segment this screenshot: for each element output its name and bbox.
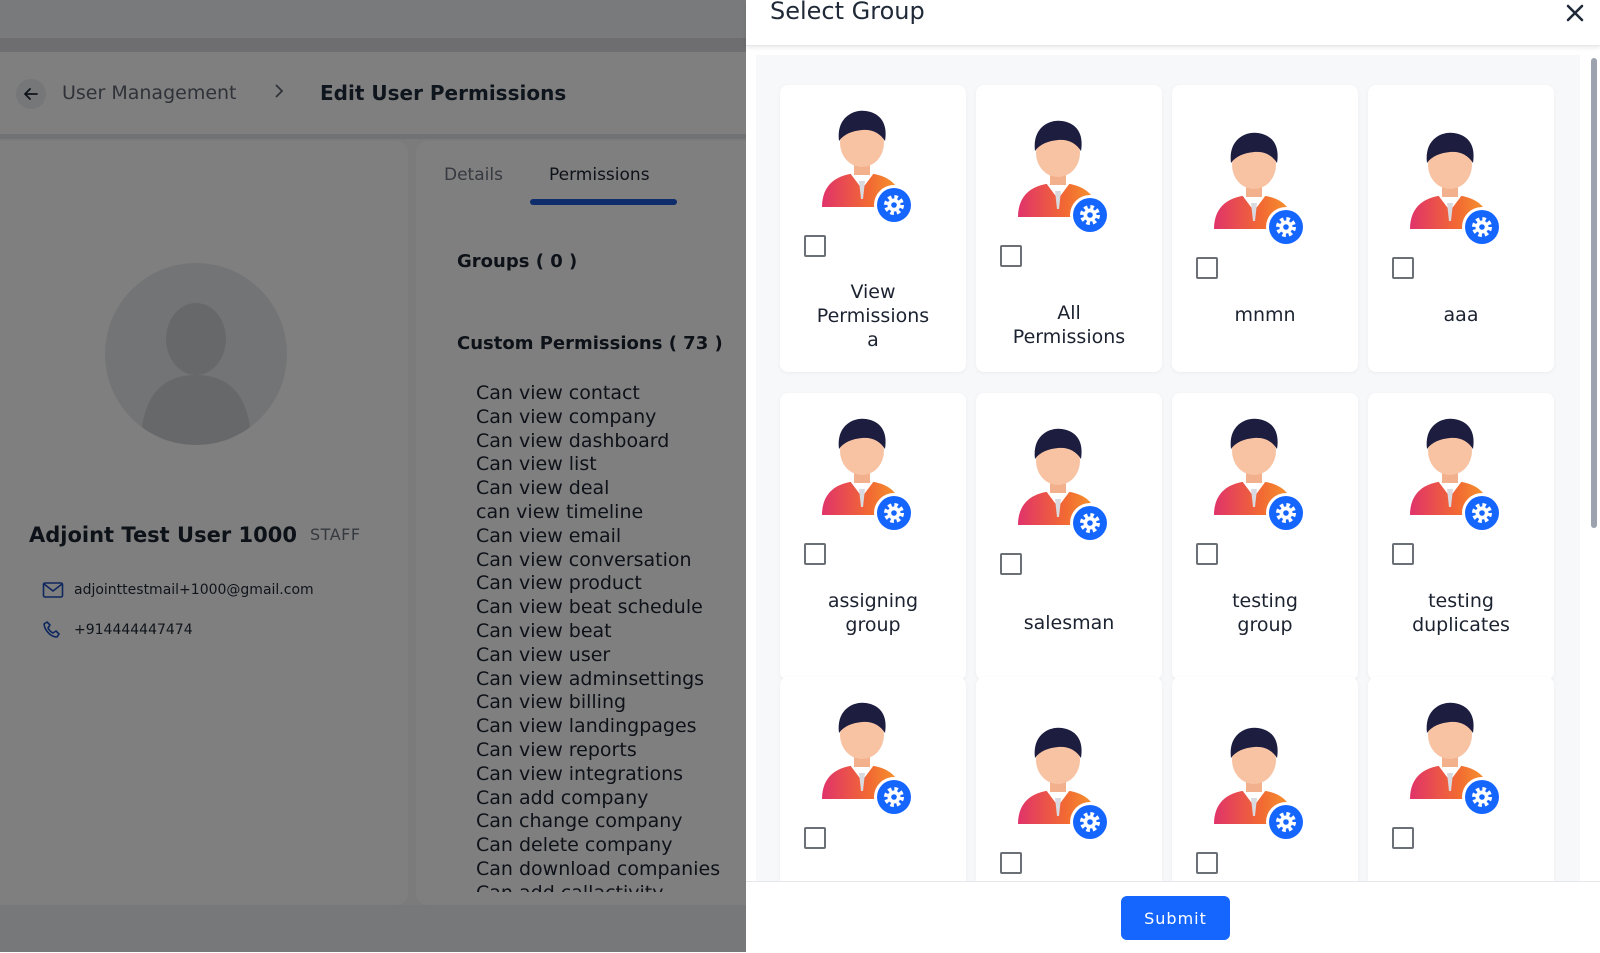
group-list-area[interactable]: ViewPermissionsa AllPermissions mnmn xyxy=(756,55,1580,881)
group-label-line: duplicates xyxy=(1412,614,1510,636)
group-label: testing duplicates xyxy=(1376,589,1546,637)
group-admin-icon xyxy=(810,697,920,817)
group-card[interactable]: View Permissions a xyxy=(780,85,966,372)
group-label-line: testing xyxy=(1428,590,1494,612)
group-card[interactable] xyxy=(1172,677,1358,881)
group-checkbox[interactable] xyxy=(1000,852,1022,874)
drawer-title: Select Group xyxy=(770,0,925,25)
group-admin-icon xyxy=(810,105,920,225)
group-grid: ViewPermissionsa AllPermissions mnmn xyxy=(780,85,1570,881)
group-card[interactable] xyxy=(976,677,1162,881)
group-admin-icon xyxy=(1006,115,1116,235)
group-admin-icon xyxy=(1202,722,1312,842)
group-admin-icon xyxy=(810,413,920,533)
group-label-line: View xyxy=(850,281,896,303)
group-label-line: All xyxy=(1057,302,1081,324)
group-checkbox[interactable] xyxy=(804,543,826,565)
group-label: assigning group xyxy=(788,589,958,637)
group-checkbox[interactable] xyxy=(1196,543,1218,565)
group-label-line: testing xyxy=(1232,590,1298,612)
group-admin-icon xyxy=(1398,413,1508,533)
group-label: testing group xyxy=(1180,589,1350,637)
group-checkbox[interactable] xyxy=(1392,257,1414,279)
group-checkbox[interactable] xyxy=(804,235,826,257)
group-card[interactable]: salesman xyxy=(976,393,1162,680)
group-admin-icon xyxy=(1006,722,1116,842)
group-label: mnmn xyxy=(1180,303,1350,327)
group-card[interactable]: All Permissions xyxy=(976,85,1162,372)
group-checkbox[interactable] xyxy=(1392,827,1414,849)
group-checkbox[interactable] xyxy=(1000,553,1022,575)
group-label-line: aaa xyxy=(1443,304,1479,326)
group-label-line: salesman xyxy=(1023,612,1115,634)
group-card[interactable] xyxy=(780,677,966,881)
group-checkbox[interactable] xyxy=(1392,543,1414,565)
group-label: salesman xyxy=(984,611,1154,635)
group-label-line: group xyxy=(845,614,901,636)
group-admin-icon xyxy=(1398,127,1508,247)
group-label-line: assigning xyxy=(827,590,919,612)
drawer-footer: Submit xyxy=(746,881,1600,953)
close-button[interactable] xyxy=(1562,0,1588,26)
group-card[interactable]: testing group xyxy=(1172,393,1358,680)
drawer-header: Select Group xyxy=(746,0,1600,46)
close-icon xyxy=(1566,4,1584,22)
group-checkbox[interactable] xyxy=(804,827,826,849)
group-label: All Permissions xyxy=(984,301,1154,349)
group-card[interactable]: assigning group xyxy=(780,393,966,680)
group-label-line: group xyxy=(1237,614,1293,636)
group-checkbox[interactable] xyxy=(1196,257,1218,279)
group-admin-icon xyxy=(1202,413,1312,533)
group-admin-icon xyxy=(1398,697,1508,817)
group-admin-icon xyxy=(1006,423,1116,543)
group-label-line: a xyxy=(867,329,879,351)
select-group-drawer: Select Group View Permissions a All Perm… xyxy=(746,0,1600,953)
group-admin-icon xyxy=(1202,127,1312,247)
group-card[interactable]: mnmn xyxy=(1172,85,1358,372)
group-label-line: Permissions xyxy=(1012,326,1126,348)
group-checkbox[interactable] xyxy=(1196,852,1218,874)
scrollbar-thumb[interactable] xyxy=(1591,58,1597,528)
group-label: aaa xyxy=(1376,303,1546,327)
group-label-line: Permissions xyxy=(816,305,930,327)
group-label: View Permissions a xyxy=(788,280,958,352)
group-checkbox[interactable] xyxy=(1000,245,1022,267)
group-card[interactable] xyxy=(1368,677,1554,881)
group-label-line: mnmn xyxy=(1234,304,1296,326)
group-card[interactable]: aaa xyxy=(1368,85,1554,372)
group-card[interactable]: testing duplicates xyxy=(1368,393,1554,680)
submit-button[interactable]: Submit xyxy=(1121,896,1230,940)
